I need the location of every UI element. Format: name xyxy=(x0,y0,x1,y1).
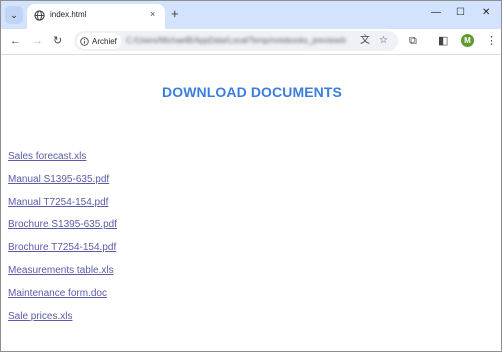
close-tab-icon[interactable]: × xyxy=(150,9,155,19)
star-icon[interactable]: ☆ xyxy=(379,35,388,47)
globe-icon xyxy=(34,10,45,21)
document-link-maintenance-form[interactable]: Maintenance form.doc xyxy=(8,287,117,310)
translate-icon[interactable]: 文 xyxy=(360,35,370,47)
document-link-manual-t7254[interactable]: Manual T7254-154.pdf xyxy=(8,196,117,219)
info-icon xyxy=(80,36,89,46)
maximize-icon[interactable]: ☐ xyxy=(456,6,465,20)
back-icon[interactable]: ← xyxy=(10,34,21,48)
page-content: DOWNLOAD DOCUMENTS Sales forecast.xls Ma… xyxy=(1,55,501,351)
document-link-sales-forecast[interactable]: Sales forecast.xls xyxy=(8,150,117,173)
tab-index-html[interactable]: index.html × xyxy=(27,4,165,29)
page-title: DOWNLOAD DOCUMENTS xyxy=(162,84,342,100)
sidepanel-icon[interactable]: ◧ xyxy=(438,34,448,48)
document-list: Sales forecast.xls Manual S1395-635.pdf … xyxy=(8,150,117,332)
document-link-sale-prices[interactable]: Sale prices.xls xyxy=(8,310,117,333)
close-icon[interactable]: ✕ xyxy=(482,6,490,20)
browser-window: ⌄ index.html × + — ☐ ✕ ← → ↻ Archief C:/… xyxy=(0,0,502,352)
minimize-icon[interactable]: — xyxy=(431,6,441,20)
url-text: C:/Users/MichaelB/AppData/Local/Temp/not… xyxy=(126,36,346,45)
browser-toolbar: ← → ↻ Archief C:/Users/MichaelB/AppData/… xyxy=(1,29,501,55)
document-link-manual-s1395[interactable]: Manual S1395-635.pdf xyxy=(8,173,117,196)
document-link-measurements-table[interactable]: Measurements table.xls xyxy=(8,264,117,287)
tab-title: index.html xyxy=(50,10,87,19)
profile-avatar[interactable]: M xyxy=(461,34,474,47)
address-bar[interactable]: Archief C:/Users/MichaelB/AppData/Local/… xyxy=(74,31,398,51)
document-link-brochure-s1395[interactable]: Brochure S1395-635.pdf xyxy=(8,218,117,241)
reload-icon[interactable]: ↻ xyxy=(53,34,62,48)
chevron-down-icon: ⌄ xyxy=(10,9,18,20)
menu-icon[interactable]: ⋮ xyxy=(486,34,497,48)
site-info-chip[interactable]: Archief xyxy=(77,33,121,49)
new-tab-button[interactable]: + xyxy=(171,7,179,21)
extensions-icon[interactable]: ⧉ xyxy=(409,34,417,48)
tab-search-button[interactable]: ⌄ xyxy=(5,6,23,24)
site-info-label: Archief xyxy=(92,36,117,46)
forward-icon[interactable]: → xyxy=(32,34,43,48)
document-link-brochure-t7254[interactable]: Brochure T7254-154.pdf xyxy=(8,241,117,264)
tab-strip: ⌄ index.html × + — ☐ ✕ xyxy=(1,1,501,29)
